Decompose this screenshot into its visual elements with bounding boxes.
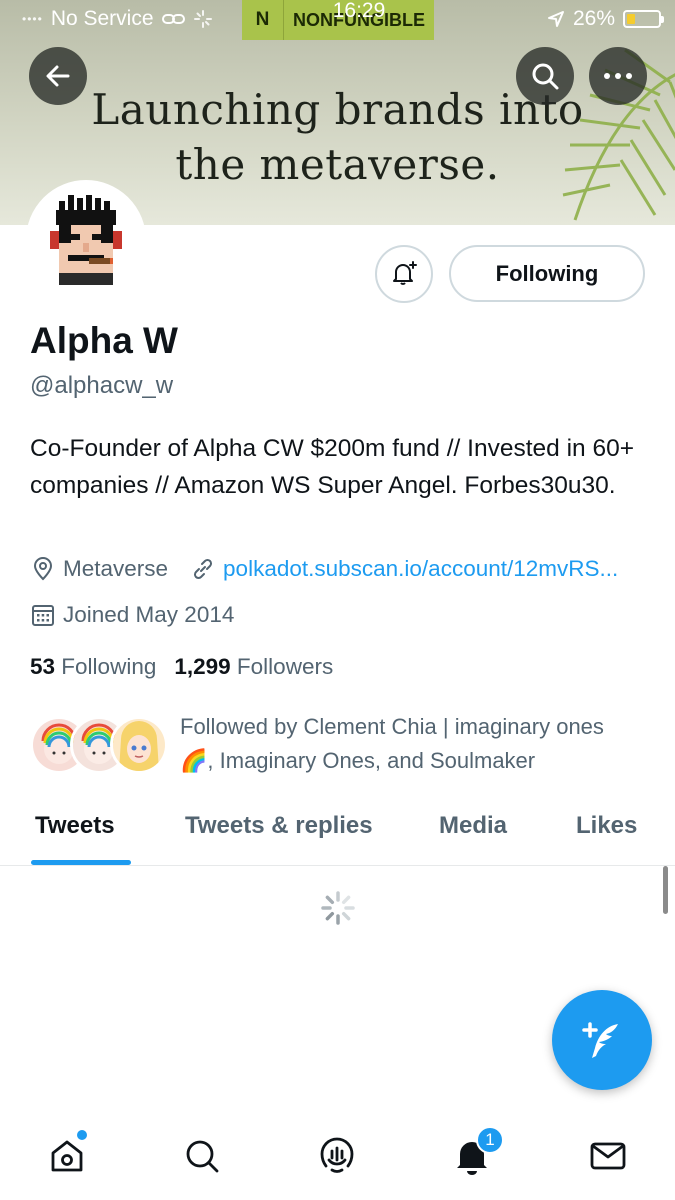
joined-row: Joined May 2014 — [30, 602, 234, 628]
search-button[interactable] — [516, 47, 574, 105]
profile-avatar[interactable] — [26, 180, 146, 300]
overlay-label: NONFUNGIBLE 16:29 — [284, 0, 434, 31]
website-link-wrapper[interactable]: polkadot.subscan.io/account/12mvRS... — [190, 556, 618, 582]
profile-bio: Co-Founder of Alpha CW $200m fund // Inv… — [30, 435, 635, 499]
search-icon — [532, 63, 559, 90]
following-stat[interactable]: 53 Following — [30, 654, 156, 680]
rainbow-emoji-icon: 🌈 — [180, 748, 208, 773]
status-right: 26% — [547, 7, 664, 31]
carrier-label: No Service — [50, 7, 154, 30]
link-icon — [190, 556, 216, 582]
nav-search[interactable] — [180, 1134, 224, 1178]
notifications-subscribe-button[interactable] — [375, 245, 433, 303]
scrollbar[interactable] — [663, 866, 668, 914]
location-pin-icon — [30, 556, 56, 582]
bottom-navigation: 1 — [0, 1110, 675, 1200]
display-name: Alpha W — [30, 320, 178, 361]
user-handle: @alphacw_w — [30, 372, 174, 399]
battery-percent: 26% — [572, 7, 615, 30]
search-icon — [186, 1140, 219, 1173]
location-text: Metaverse — [63, 556, 169, 581]
banner-line-1: Launching brands into — [91, 85, 584, 134]
following-button[interactable]: Following — [449, 245, 645, 302]
home-icon — [51, 1140, 83, 1172]
followed-by-section[interactable]: Followed by Clement Chia | imaginary one… — [30, 708, 650, 778]
follow-stats: 53 Following 1,299 Followers — [30, 654, 333, 680]
location-arrow-icon — [547, 11, 564, 27]
tab-tweets[interactable]: Tweets — [35, 812, 115, 840]
followers-count: 1,299 — [174, 654, 231, 679]
spaces-icon — [320, 1137, 354, 1173]
tab-likes[interactable]: Likes — [576, 812, 637, 840]
status-left: •••• No Service — [22, 7, 212, 31]
signal-icon: •••• — [22, 12, 43, 26]
profile-tabs: Tweets Tweets & replies Media Likes — [0, 806, 675, 866]
nav-notifications[interactable]: 1 — [450, 1126, 504, 1178]
tab-tweets-and-replies[interactable]: Tweets & replies — [185, 812, 373, 840]
bell-plus-icon — [393, 261, 417, 285]
followed-by-line-2-wrapper: 🌈, Imaginary Ones, and Soulmaker — [180, 744, 650, 778]
status-time: 16:29 — [332, 0, 386, 22]
followed-by-avatars — [30, 716, 170, 776]
website-link[interactable]: polkadot.subscan.io/account/12mvRS... — [223, 556, 618, 582]
nav-spaces[interactable] — [315, 1134, 359, 1178]
followers-stat[interactable]: 1,299 Followers — [174, 654, 333, 680]
link-status-icon — [161, 14, 185, 24]
notification-badge: 1 — [476, 1126, 504, 1154]
ellipsis-icon — [604, 73, 632, 79]
arrow-left-icon — [46, 65, 70, 87]
followed-by-line-1: Followed by Clement Chia | imaginary one… — [180, 714, 604, 739]
joined-date: Joined May 2014 — [63, 602, 235, 627]
follower-avatar — [110, 716, 168, 774]
followed-by-text: Followed by Clement Chia | imaginary one… — [180, 710, 650, 778]
nav-messages[interactable] — [586, 1134, 630, 1178]
messages-icon — [590, 1142, 626, 1170]
overlay-logo: N — [242, 0, 284, 40]
calendar-icon — [30, 602, 56, 628]
following-label: Following — [61, 654, 157, 679]
battery-icon — [623, 10, 664, 28]
following-count: 53 — [30, 654, 56, 679]
compose-tweet-button[interactable] — [552, 990, 652, 1090]
profile-meta-row: Metaverse polkadot.subscan.io/account/12… — [30, 556, 618, 582]
activity-spinner-icon — [193, 10, 212, 28]
tab-media[interactable]: Media — [439, 812, 507, 840]
feather-plus-icon — [582, 1022, 618, 1058]
pixel-avatar-image — [50, 195, 122, 285]
loading-spinner-icon — [321, 891, 355, 925]
home-unread-dot — [77, 1130, 87, 1140]
followers-label: Followers — [236, 654, 334, 679]
active-tab-indicator — [31, 860, 131, 865]
more-options-button[interactable] — [589, 47, 647, 105]
followed-by-line-2: , Imaginary Ones, and Soulmaker — [207, 748, 536, 773]
banner-tagline: Launching brands into the metaverse. — [0, 82, 675, 192]
back-button[interactable] — [29, 47, 87, 105]
nav-home[interactable] — [45, 1130, 89, 1178]
screen-recording-overlay: N NONFUNGIBLE 16:29 — [242, 0, 434, 40]
status-bar: •••• No Service N NONFUNGIBLE 16:29 26% — [0, 0, 675, 40]
